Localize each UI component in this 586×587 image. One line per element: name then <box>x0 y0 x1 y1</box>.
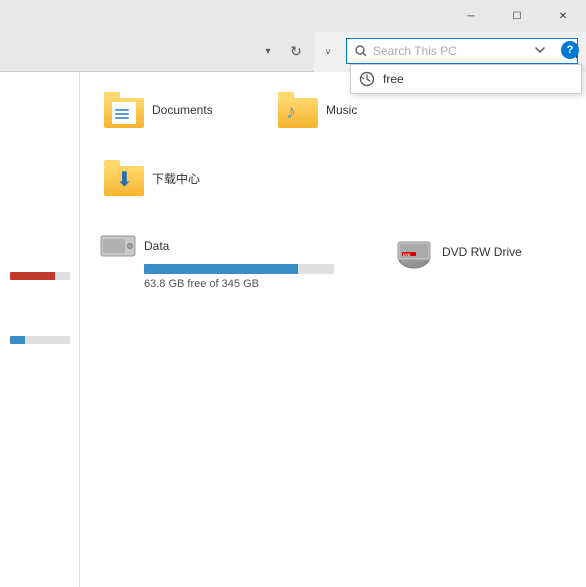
left-bar-1 <box>10 272 70 280</box>
help-label: ? <box>567 44 574 56</box>
dvd-icon: DVD <box>394 232 434 272</box>
title-bar-buttons: ─ ☐ ✕ <box>448 0 586 32</box>
drive-data-header: Data <box>100 232 334 260</box>
search-dropdown: free <box>350 64 582 94</box>
maximize-button[interactable]: ☐ <box>494 0 540 32</box>
drive-data-name: Data <box>144 239 169 253</box>
expand-icon: ˅ <box>325 47 331 58</box>
drive-dvd-name: DVD RW Drive <box>442 245 522 259</box>
download-arrow-icon: ⬇ <box>116 167 133 192</box>
search-history-text: free <box>383 72 404 86</box>
search-icon <box>347 45 375 57</box>
toolbar-refresh-button[interactable]: ↻ <box>282 38 310 66</box>
folder-music[interactable]: ♪ Music <box>274 88 424 132</box>
left-drive-bar-2 <box>0 336 79 344</box>
music-note-icon: ♪ <box>286 101 296 124</box>
drive-data[interactable]: Data 63.8 GB free of 345 GB <box>100 232 334 290</box>
help-button-positioned[interactable]: ? <box>556 36 584 64</box>
left-bar-2-fill <box>10 336 25 344</box>
title-bar: ─ ☐ ✕ <box>0 0 586 32</box>
left-drive-bar-1 <box>0 272 79 280</box>
drive-dvd-header: DVD DVD RW Drive <box>394 232 522 272</box>
expand-chevron-icon <box>534 44 546 56</box>
drive-data-info: 63.8 GB free of 345 GB <box>144 278 334 290</box>
svg-text:DVD: DVD <box>403 253 411 257</box>
folder-download-label: 下载中心 <box>152 170 200 187</box>
expand-chevron-button[interactable] <box>526 36 554 64</box>
close-button[interactable]: ✕ <box>540 0 586 32</box>
download-folder-icon: ⬇ <box>104 160 144 196</box>
drive-dvd[interactable]: DVD DVD RW Drive <box>394 232 522 290</box>
music-folder-icon: ♪ <box>278 92 318 128</box>
refresh-icon: ↻ <box>290 43 302 60</box>
folder-documents-label: Documents <box>152 103 213 117</box>
folders-row: Documents ♪ Music ⬇ 下载中心 <box>100 88 566 200</box>
left-bar-1-fill <box>10 272 55 280</box>
chevron-down-icon: ▾ <box>265 46 270 57</box>
toolbar-chevron-button[interactable]: ▾ <box>256 38 280 66</box>
drive-data-bar <box>144 264 334 274</box>
main-content: Documents ♪ Music ⬇ 下载中心 <box>0 72 586 587</box>
folder-download[interactable]: ⬇ 下载中心 <box>100 156 250 200</box>
documents-folder-icon <box>104 92 144 128</box>
hdd-icon <box>100 232 136 260</box>
drive-data-bar-fill <box>144 264 298 274</box>
left-bar-2 <box>10 336 70 344</box>
minimize-button[interactable]: ─ <box>448 0 494 32</box>
help-circle-icon: ? <box>561 41 579 59</box>
drives-section: Data 63.8 GB free of 345 GB <box>100 232 566 290</box>
expand-button[interactable]: ˅ <box>314 38 342 66</box>
content-area: Documents ♪ Music ⬇ 下载中心 <box>80 72 586 587</box>
left-panel <box>0 72 80 587</box>
search-history-item[interactable]: free <box>351 65 581 93</box>
history-icon <box>359 71 375 87</box>
folder-music-label: Music <box>326 103 357 117</box>
toolbar: ▾ ↻ <box>0 32 314 72</box>
folder-documents[interactable]: Documents <box>100 88 250 132</box>
